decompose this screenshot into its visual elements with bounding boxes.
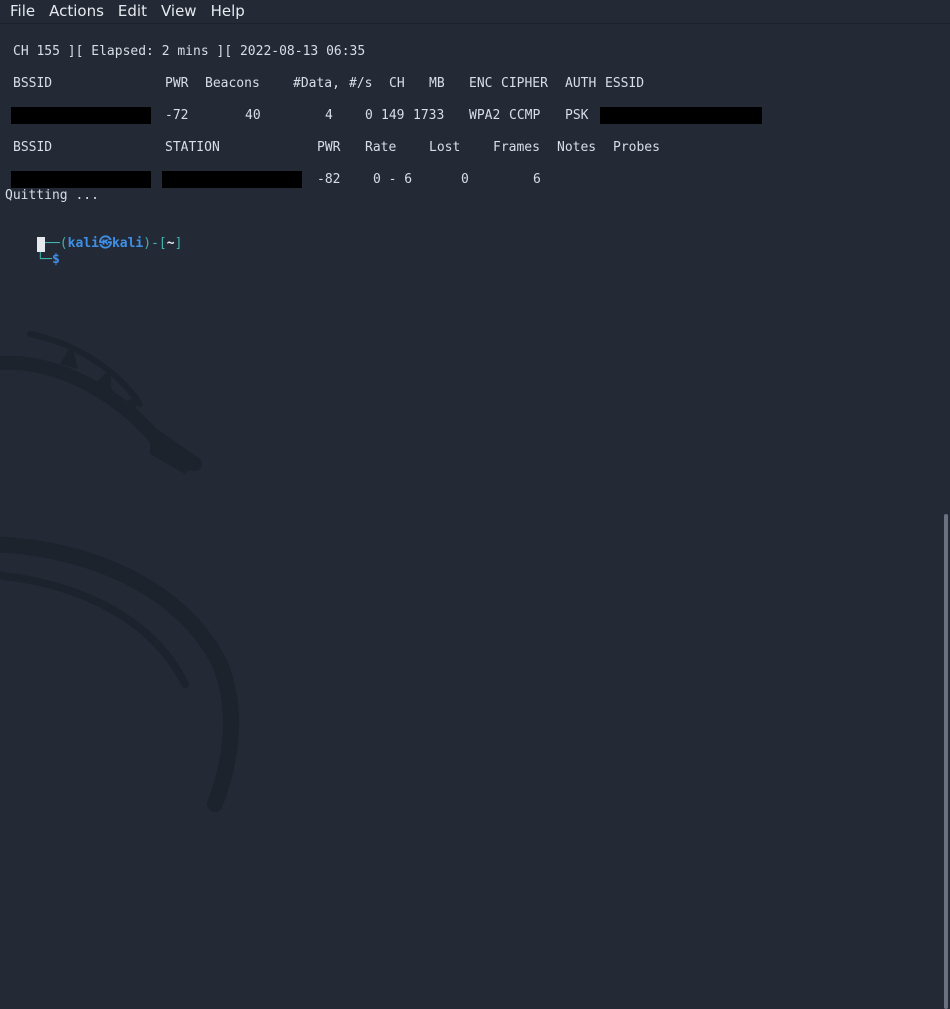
terminal-area[interactable]: CH 155 ][ Elapsed: 2 mins ][ 2022-08-13 … — [0, 24, 942, 1009]
ap-header-enc: ENC — [469, 76, 493, 91]
prompt-at-symbol: ㉿ — [98, 236, 112, 251]
ap-header-mb: MB — [429, 76, 445, 91]
menu-file[interactable]: File — [0, 0, 42, 23]
ap-row-beacons: 40 — [245, 108, 261, 123]
station-header-notes: Notes — [557, 140, 597, 155]
prompt-dollar: $ — [51, 252, 60, 267]
prompt-user: kali — [67, 236, 99, 251]
ap-row-auth: PSK — [565, 108, 589, 123]
ap-header-essid: ESSID — [605, 76, 645, 91]
station-header-bssid: BSSID — [13, 140, 53, 155]
ap-header-pwr: PWR — [165, 76, 189, 91]
redacted-ap-bssid — [11, 107, 151, 124]
input-line[interactable]: └─$ — [5, 236, 59, 267]
station-header-probes: Probes — [613, 140, 660, 155]
station-row-frames: 6 — [533, 172, 541, 187]
station-header-rate: Rate — [365, 140, 397, 155]
vertical-scrollbar[interactable] — [942, 24, 950, 1009]
prompt-host: kali — [111, 236, 144, 251]
prompt-bottom-left: └─ — [36, 252, 52, 267]
ap-row-cipher: CCMP — [509, 108, 541, 123]
prompt-line: ┌──(kali㉿kali)-[~] — [5, 220, 182, 251]
ap-header-data: #Data, — [293, 76, 340, 91]
redacted-station-mac — [162, 171, 302, 188]
station-row-pwr: -82 — [317, 172, 341, 187]
menu-actions[interactable]: Actions — [42, 0, 111, 23]
ap-row-pwr: -72 — [165, 108, 189, 123]
scrollbar-thumb[interactable] — [944, 514, 948, 1009]
ap-header-cipher: CIPHER — [501, 76, 548, 91]
redacted-ap-essid — [600, 107, 762, 124]
station-row-lost: 0 — [461, 172, 469, 187]
station-header-lost: Lost — [429, 140, 461, 155]
station-header-frames: Frames — [493, 140, 540, 155]
redacted-station-bssid — [11, 171, 151, 188]
station-row-rate: 0 - 6 — [373, 172, 413, 187]
station-header-pwr: PWR — [317, 140, 341, 155]
ap-header-per-s: #/s — [349, 76, 373, 91]
prompt-end: ] — [174, 236, 183, 251]
menu-edit[interactable]: Edit — [111, 0, 154, 23]
ap-header-beacons: Beacons — [205, 76, 260, 91]
status-line: CH 155 ][ Elapsed: 2 mins ][ 2022-08-13 … — [13, 44, 366, 59]
quit-message: Quitting ... — [5, 188, 99, 203]
ap-row-mb: 1733 — [413, 108, 445, 123]
ap-row-enc: WPA2 — [469, 108, 501, 123]
ap-row-data: 4 — [325, 108, 333, 123]
ap-header-auth: AUTH — [565, 76, 597, 91]
ap-row-per-s: 0 — [365, 108, 373, 123]
menu-help[interactable]: Help — [204, 0, 252, 23]
ap-header-bssid: BSSID — [13, 76, 53, 91]
prompt-dir: ~ — [166, 236, 175, 251]
menu-view[interactable]: View — [154, 0, 204, 23]
prompt-mid: )-[ — [143, 236, 167, 251]
ap-header-ch: CH — [389, 76, 405, 91]
text-cursor — [37, 237, 45, 252]
ap-row-ch: 149 — [381, 108, 405, 123]
station-header-station: STATION — [165, 140, 220, 155]
menu-bar: File Actions Edit View Help — [0, 0, 950, 24]
